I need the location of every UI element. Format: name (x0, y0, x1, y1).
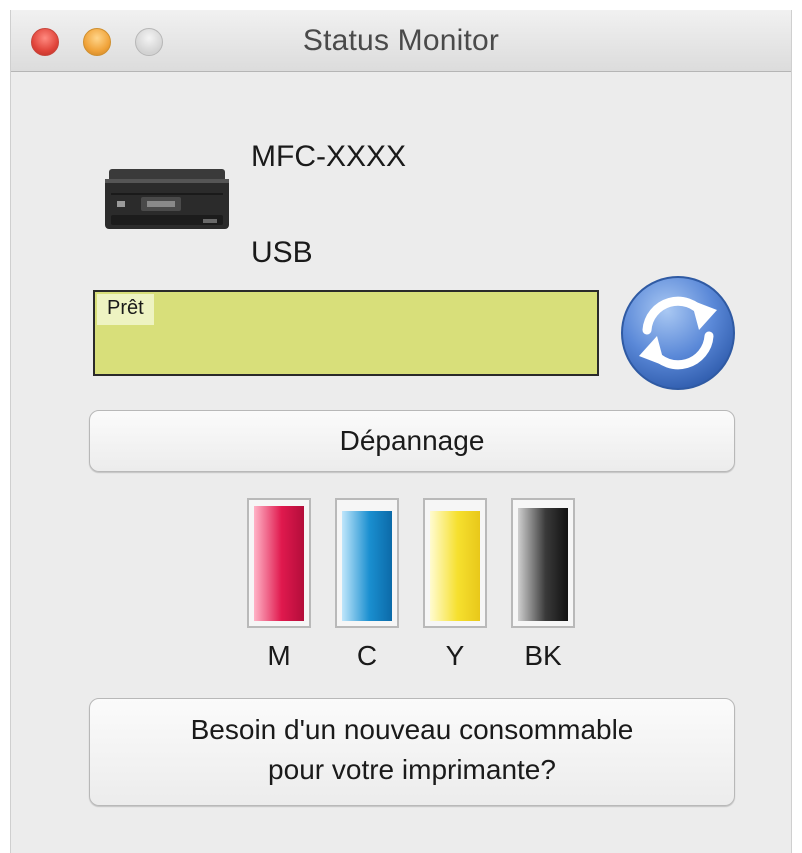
ink-fill-yellow (430, 511, 480, 621)
supplies-line-1: Besoin d'un nouveau consommable (190, 714, 634, 745)
printer-icon (105, 169, 229, 229)
ink-gauge-black (511, 498, 575, 628)
device-model: MFC-XXXX (251, 140, 407, 173)
ink-fill-cyan (342, 511, 392, 621)
connection-type: USB (251, 236, 313, 269)
ink-gauge-magenta (247, 498, 311, 628)
troubleshoot-button[interactable]: Dépannage (89, 410, 735, 472)
status-monitor-window: Status Monitor MFC-XXXX USB Prêt Dépanna… (10, 10, 792, 853)
status-display: Prêt (93, 290, 599, 376)
window-title: Status Monitor (302, 24, 500, 57)
title-bar[interactable]: Status Monitor (11, 10, 791, 72)
ink-label-cyan: C (356, 640, 378, 671)
ink-gauge-cyan (335, 498, 399, 628)
ink-label-magenta: M (267, 640, 291, 671)
supplies-line-2: pour votre imprimante? (268, 754, 556, 785)
ink-gauge-yellow (423, 498, 487, 628)
ink-label-yellow: Y (445, 640, 465, 671)
refresh-icon[interactable] (619, 274, 737, 392)
status-text: Prêt (97, 294, 154, 325)
ink-label-black: BK (524, 640, 562, 671)
ink-fill-black (518, 508, 568, 621)
ink-fill-magenta (254, 506, 304, 621)
order-supplies-button[interactable]: Besoin d'un nouveau consommable pour vot… (89, 698, 735, 806)
